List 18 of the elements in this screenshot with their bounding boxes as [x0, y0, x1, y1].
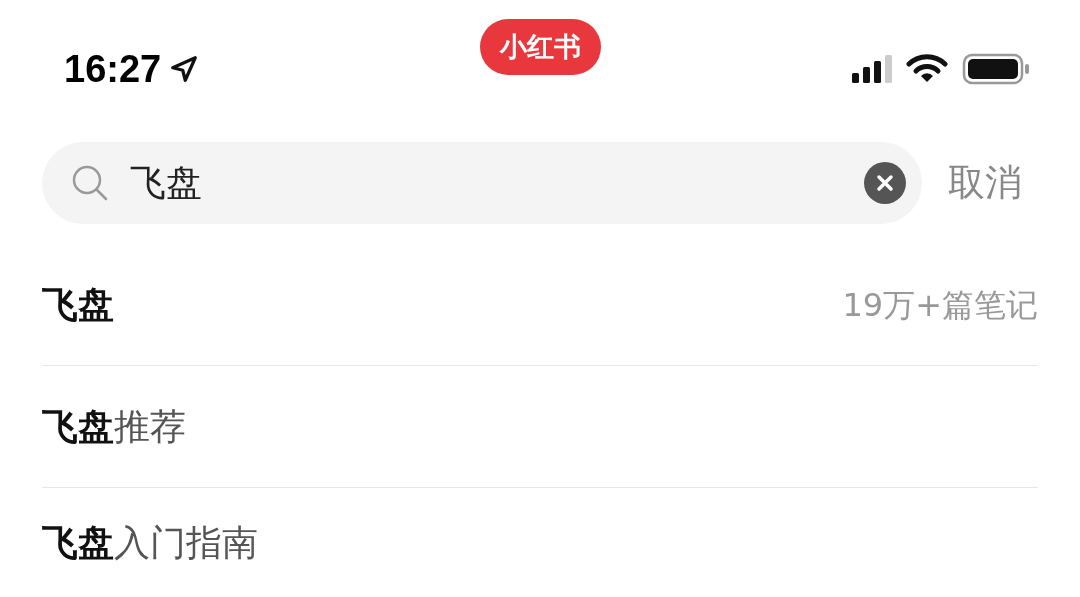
search-icon	[70, 163, 110, 203]
suggestion-item[interactable]: 飞盘入门指南	[42, 488, 1038, 597]
wifi-icon	[906, 54, 948, 84]
suggestion-text: 飞盘入门指南	[42, 521, 258, 565]
suggestion-item[interactable]: 飞盘 19万+篇笔记	[42, 244, 1038, 366]
suggestion-item[interactable]: 飞盘推荐	[42, 366, 1038, 488]
cancel-button[interactable]: 取消	[948, 155, 1022, 211]
location-arrow-icon	[169, 54, 200, 84]
app-badge: 小红书	[480, 19, 601, 75]
clock-time: 16:27	[64, 46, 162, 92]
clear-icon[interactable]	[864, 162, 906, 204]
note-count: 19万+篇笔记	[842, 284, 1038, 326]
search-query: 飞盘	[130, 161, 202, 205]
suggestion-text: 飞盘	[42, 282, 114, 327]
signal-icon	[852, 55, 892, 83]
battery-icon	[962, 53, 1030, 85]
suggestion-text: 飞盘推荐	[42, 404, 186, 449]
search-field[interactable]: 飞盘	[42, 142, 922, 224]
